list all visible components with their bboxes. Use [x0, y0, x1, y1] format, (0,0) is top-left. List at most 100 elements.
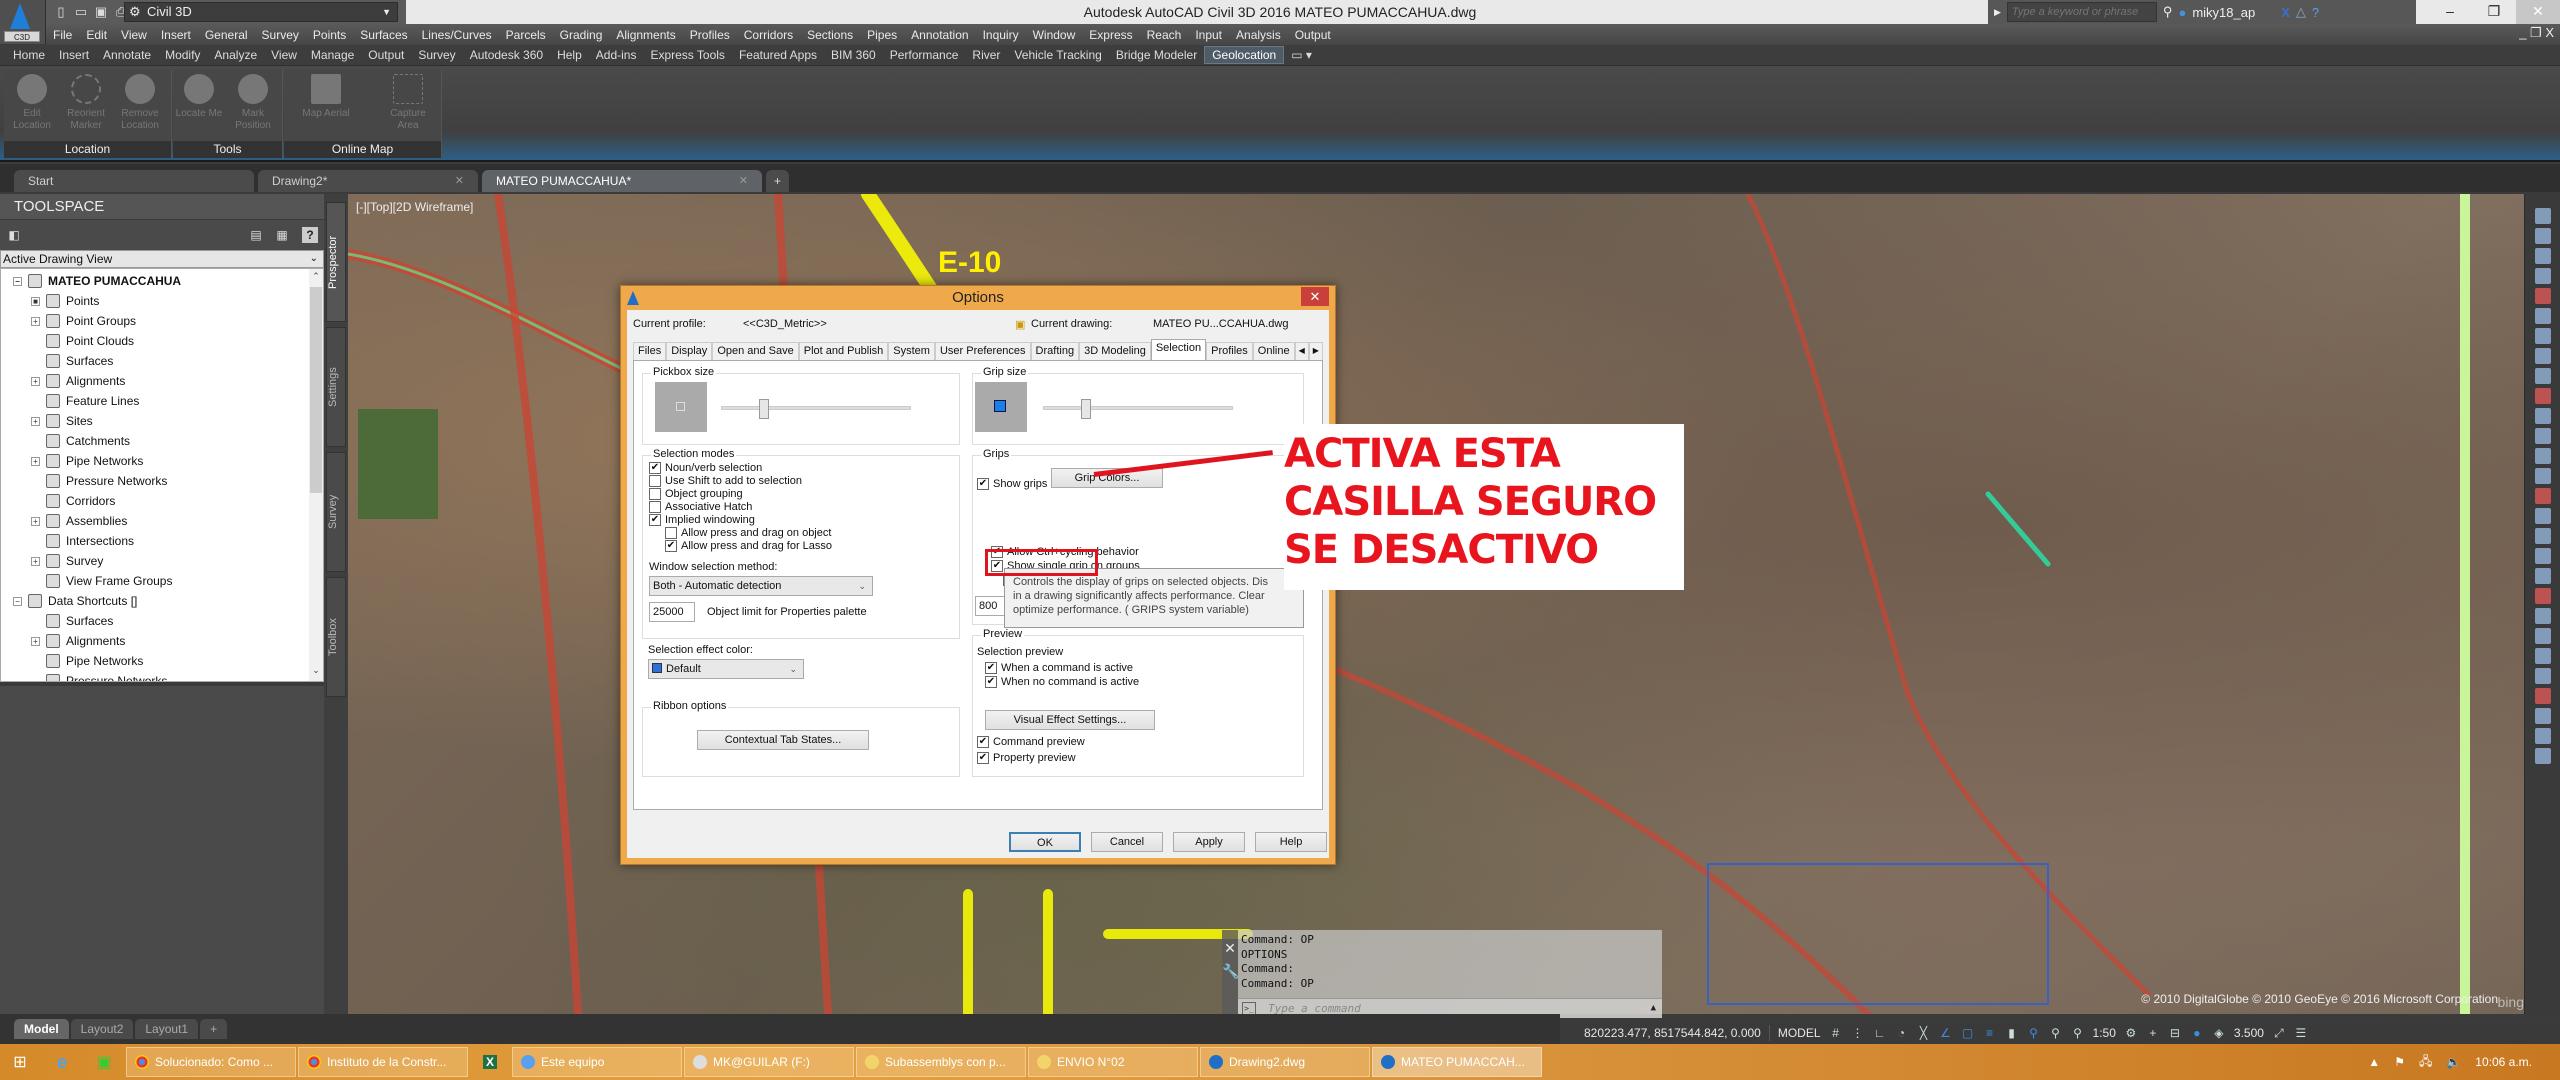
expander-icon[interactable]: − [13, 276, 22, 286]
clock[interactable]: 10:06 a.m. [2475, 1055, 2532, 1069]
survey-tool-icon[interactable] [2535, 648, 2551, 664]
show-hidden-icons[interactable]: ▲ [2368, 1055, 2380, 1069]
survey-tool-icon[interactable] [2535, 708, 2551, 724]
action-center-flag-icon[interactable]: ⚑ [2394, 1055, 2405, 1069]
survey-tool-icon[interactable] [2535, 288, 2551, 304]
taskbar-item[interactable]: Subassemblys con p... [856, 1047, 1026, 1077]
menu-window[interactable]: Window [1026, 28, 1083, 42]
network-icon[interactable]: 🖧 [2419, 1052, 2432, 1073]
annotation-scale-icon[interactable]: ⚲ [2071, 1026, 2085, 1040]
expander-icon[interactable]: + [31, 416, 40, 426]
customize-icon[interactable]: 🔧 [1222, 963, 1239, 980]
selection-mode-checkbox[interactable]: ✔ Implied windowing [649, 514, 755, 526]
survey-tool-icon[interactable] [2535, 688, 2551, 704]
close-icon[interactable]: ✕ [1222, 940, 1238, 957]
user-name[interactable]: miky18_ap [2192, 5, 2255, 20]
survey-tool-icon[interactable] [2535, 308, 2551, 324]
selection-preview-checkbox[interactable]: ✔ When a command is active [985, 662, 1133, 674]
menu-reach[interactable]: Reach [1140, 28, 1189, 42]
menu-annotation[interactable]: Annotation [904, 28, 975, 42]
survey-tool-icon[interactable] [2535, 408, 2551, 424]
survey-tool-icon[interactable] [2535, 748, 2551, 764]
menu-insert[interactable]: Insert [154, 28, 198, 42]
auto-scale-icon[interactable]: ⚲ [2049, 1026, 2063, 1040]
survey-tool-icon[interactable] [2535, 728, 2551, 744]
ok-button[interactable]: OK [1009, 832, 1081, 852]
taskbar-item[interactable]: ENVIO N°02 [1028, 1047, 1198, 1077]
checkbox[interactable]: ✔ [665, 540, 677, 552]
close-button[interactable]: ✕ [1301, 287, 1329, 306]
ribbon-tab-survey[interactable]: Survey [411, 48, 462, 62]
survey-tool-icon[interactable] [2535, 248, 2551, 264]
survey-tool-icon[interactable] [2535, 548, 2551, 564]
options-tab-drafting[interactable]: Drafting [1030, 342, 1080, 360]
scroll-thumb[interactable] [310, 287, 322, 493]
survey-tool-icon[interactable] [2535, 608, 2551, 624]
selection-mode-checkbox[interactable]: Object grouping [649, 488, 743, 500]
ribbon-tab-express-tools[interactable]: Express Tools [643, 48, 731, 62]
plus-icon[interactable]: + [2146, 1026, 2160, 1040]
command-preview-checkbox[interactable]: ✔ Command preview [977, 736, 1085, 748]
pickbox-size-slider[interactable] [721, 399, 911, 419]
locate-me-button[interactable]: Locate Me [175, 74, 223, 120]
tree-item[interactable]: + Alignments [31, 631, 125, 651]
workspace-gear-icon[interactable]: ⚙ [2124, 1026, 2138, 1040]
polar-icon[interactable]: ◔ [1895, 1026, 1909, 1040]
doc-tab[interactable]: MATEO PUMACCAHUA* ✕ [482, 170, 762, 192]
property-preview-checkbox[interactable]: ✔ Property preview [977, 752, 1076, 764]
ribbon-tab-add-ins[interactable]: Add-ins [589, 48, 644, 62]
checkbox[interactable]: ✔ [977, 752, 989, 764]
ribbon-tab-manage[interactable]: Manage [304, 48, 361, 62]
options-tab-display[interactable]: Display [666, 342, 713, 360]
survey-tool-icon[interactable] [2535, 468, 2551, 484]
exchange-icon[interactable]: X [2281, 5, 2290, 20]
survey-tool-icon[interactable] [2535, 228, 2551, 244]
binoculars-icon[interactable]: ⚲ [2163, 4, 2173, 20]
toggle-view-icon[interactable]: ◧ [6, 227, 22, 243]
tree-item[interactable]: + Sites [31, 411, 93, 431]
survey-tool-icon[interactable] [2535, 628, 2551, 644]
checkbox[interactable] [649, 488, 661, 500]
menu-file[interactable]: File [46, 28, 79, 42]
new-tab-button[interactable]: + [766, 170, 790, 192]
map-aerial-button[interactable]: Map Aerial [294, 74, 358, 120]
checkbox[interactable]: ✔ [977, 478, 989, 490]
tree-item[interactable]: Pressure Networks [31, 471, 167, 491]
new-file-icon[interactable]: ▯ [54, 5, 68, 19]
expander-icon[interactable]: + [31, 456, 40, 466]
annotation-visibility-icon[interactable]: ⚲ [2027, 1026, 2041, 1040]
menu-output[interactable]: Output [1288, 28, 1338, 42]
taskbar-item[interactable]: MATEO PUMACCAH... [1372, 1047, 1542, 1077]
checkbox[interactable] [649, 475, 661, 487]
pinned-ie[interactable]: e [42, 1047, 82, 1077]
volume-icon[interactable]: 🔈 [2446, 1055, 2461, 1069]
isodraft-icon[interactable]: ╳ [1917, 1026, 1931, 1040]
taskbar-item[interactable]: Solucionado: Como ... [126, 1047, 296, 1077]
apply-button[interactable]: Apply [1173, 832, 1245, 852]
menu-pipes[interactable]: Pipes [860, 28, 904, 42]
survey-tool-icon[interactable] [2535, 568, 2551, 584]
menu-alignments[interactable]: Alignments [609, 28, 682, 42]
units-icon[interactable]: ⊟ [2168, 1026, 2182, 1040]
checkbox[interactable]: ✔ [977, 736, 989, 748]
expander-icon[interactable]: + [31, 316, 40, 326]
transparency-icon[interactable]: ▮ [2005, 1026, 2019, 1040]
expander-icon[interactable]: + [31, 376, 40, 386]
lineweight-icon[interactable]: ≡ [1983, 1026, 1997, 1040]
slider-thumb[interactable] [758, 399, 769, 419]
menu-input[interactable]: Input [1188, 28, 1229, 42]
tree-item[interactable]: − MATEO PUMACCAHUA [13, 271, 181, 291]
layout-tab-layout1[interactable]: Layout1 [135, 1019, 199, 1039]
coordinates-readout[interactable]: 820223.477, 8517544.842, 0.000 [1584, 1026, 1761, 1040]
ribbon-tab-autodesk-360[interactable]: Autodesk 360 [463, 48, 550, 62]
tree-item[interactable]: + Alignments [31, 371, 125, 391]
tree-item[interactable]: Pipe Networks [31, 651, 143, 671]
scroll-up-icon[interactable]: ⌃ [309, 271, 323, 285]
menu-parcels[interactable]: Parcels [499, 28, 553, 42]
grip-limit-input[interactable]: 800 [975, 596, 1005, 616]
menu-sections[interactable]: Sections [800, 28, 860, 42]
menu-inquiry[interactable]: Inquiry [976, 28, 1026, 42]
ribbon-tab-performance[interactable]: Performance [883, 48, 966, 62]
selection-color-select[interactable]: Default ⌄ [648, 659, 804, 679]
window-selection-select[interactable]: Both - Automatic detection ⌄ [649, 576, 873, 596]
